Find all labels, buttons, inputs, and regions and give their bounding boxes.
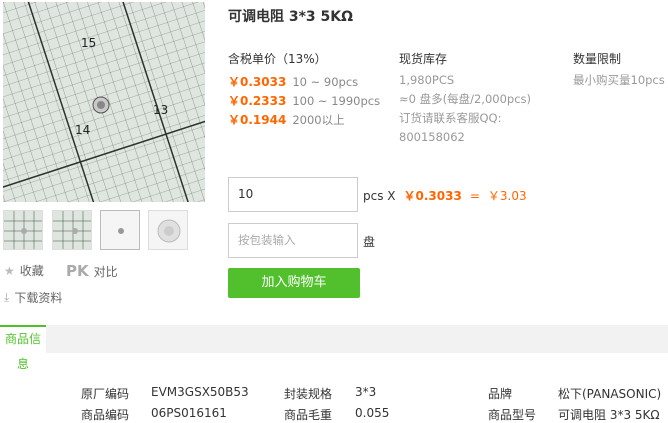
price-tier-3: ￥0.1944 2000以上	[228, 111, 345, 128]
tier-price: ￥0.3033	[228, 75, 287, 89]
spec-label: 商品编码	[81, 408, 130, 422]
limit-header: 数量限制	[573, 52, 622, 66]
price-tier-2: ￥0.2333 100 ~ 1990pcs	[228, 92, 380, 109]
compare-button[interactable]: PK 对比	[66, 262, 118, 280]
tier-range: 10 ~ 90pcs	[292, 75, 359, 89]
pack-input[interactable]: 按包装输入	[228, 223, 358, 258]
download-icon: ⤓	[4, 290, 10, 304]
unit-price: ￥0.3033	[403, 189, 462, 203]
spec-value: 可调电阻 3*3 5KΩ	[558, 408, 660, 422]
favorite-button[interactable]: ★ 收藏	[4, 262, 44, 279]
order-summary: pcs X ￥0.3033 = ￥3.03	[363, 187, 527, 204]
tier-range: 100 ~ 1990pcs	[292, 94, 381, 108]
stock-count: 1,980PCS	[399, 73, 455, 87]
product-title: 可调电阻 3*3 5KΩ	[228, 9, 354, 25]
download-button[interactable]: ⤓ 下载资料	[4, 289, 62, 306]
spec-label: 商品型号	[488, 408, 537, 422]
pack-unit: 盘	[363, 235, 376, 249]
equals-sign: =	[469, 188, 480, 203]
thumbnail-1[interactable]	[3, 210, 43, 250]
spec-value: 0.055	[355, 406, 390, 420]
thumbnail-3[interactable]	[100, 210, 140, 250]
stock-qq: 800158062	[399, 130, 465, 144]
scale-label-13: 13	[153, 103, 168, 117]
tier-price: ￥0.1944	[228, 113, 287, 127]
spec-label: 品牌	[488, 387, 513, 401]
download-label: 下载资料	[14, 291, 63, 305]
add-to-cart-button[interactable]: 加入购物车	[228, 268, 360, 298]
scale-label-15: 15	[81, 36, 96, 50]
tab-bar	[0, 325, 668, 353]
stock-reel: ≈0 盘多(每盘/2,000pcs)	[399, 92, 531, 106]
tier-price: ￥0.2333	[228, 94, 287, 108]
star-icon: ★	[4, 263, 15, 278]
favorite-label: 收藏	[19, 264, 44, 278]
spec-value: EVM3GSX50B53	[151, 385, 249, 399]
tier-range: 2000以上	[292, 113, 345, 127]
limit-min: 最小购买量10pcs	[573, 73, 665, 87]
spec-label: 原厂编码	[81, 387, 130, 401]
pk-icon: PK	[66, 262, 89, 280]
compare-label: 对比	[93, 264, 118, 279]
thumbnail-2[interactable]	[52, 210, 92, 250]
stock-header: 现货库存	[399, 52, 448, 66]
price-header: 含税单价（13%）	[228, 52, 327, 66]
tab-product-info[interactable]: 商品信息	[0, 325, 46, 371]
spec-value: 3*3	[355, 385, 377, 399]
spec-label: 封装规格	[284, 387, 333, 401]
product-main-image: 13 14 15	[3, 2, 205, 202]
scale-label-14: 14	[75, 123, 90, 137]
spec-value: 06PS016161	[151, 406, 227, 420]
total-price: ￥3.03	[487, 189, 527, 203]
spec-value: 松下(PANASONIC)	[558, 387, 662, 401]
stock-contact: 订货请联系客服QQ:	[399, 111, 502, 125]
spec-label: 商品毛重	[284, 408, 333, 422]
thumbnail-4[interactable]	[148, 210, 188, 250]
price-tier-1: ￥0.3033 10 ~ 90pcs	[228, 73, 358, 90]
quantity-input[interactable]: 10	[228, 177, 358, 212]
unit-label: pcs X	[363, 188, 396, 203]
